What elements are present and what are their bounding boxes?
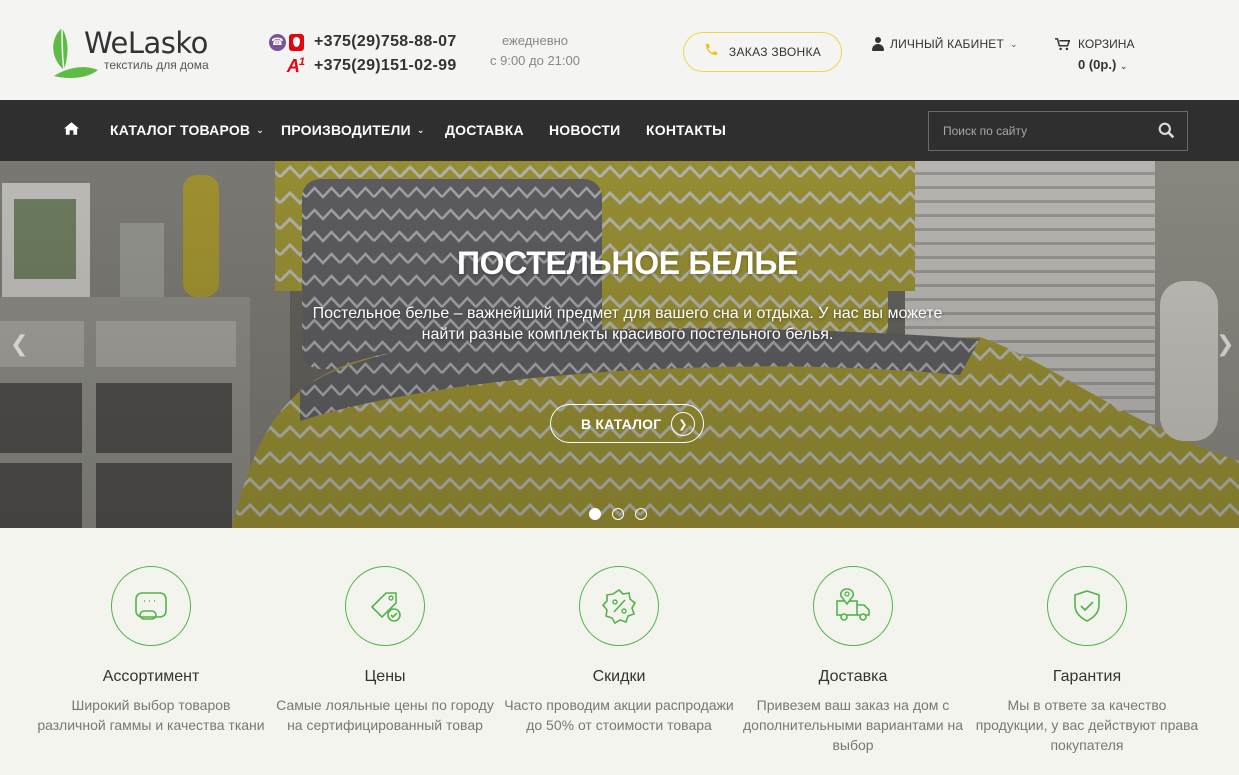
- slider-pagination: [589, 508, 647, 520]
- chevron-down-icon: ⌄: [256, 124, 264, 135]
- site-logo[interactable]: WeLasko текстиль для дома: [48, 24, 228, 80]
- cart-total: 0 (0р.): [1078, 57, 1117, 72]
- slider-next-icon[interactable]: ❯: [1216, 331, 1234, 357]
- chevron-down-icon: ⌄: [416, 124, 425, 135]
- fabric-roll-icon: [135, 592, 167, 620]
- feature-delivery: Доставка Привезем ваш заказ на дом с доп…: [738, 566, 968, 755]
- viber-icon: ☎: [269, 33, 286, 51]
- feature-title: Ассортимент: [102, 668, 200, 685]
- chevron-down-icon: ⌄: [1010, 38, 1018, 49]
- feature-discounts: Скидки Часто проводим акции распродажи д…: [504, 566, 734, 735]
- mts-icon: [289, 33, 304, 51]
- logo-tagline: текстиль для дома: [104, 58, 209, 72]
- slide-description: Постельное белье – важнейший предмет для…: [312, 305, 943, 343]
- nav-item-news[interactable]: НОВОСТИ: [549, 122, 620, 138]
- slider-dot-1[interactable]: [589, 508, 601, 520]
- catalog-button[interactable]: В КАТАЛОГ ❯: [550, 404, 704, 443]
- feature-text: Самые лояльные цены по городу на сертифи…: [276, 697, 494, 733]
- working-hours: ежедневно с 9:00 до 21:00: [490, 33, 580, 68]
- phone-icon: [704, 42, 719, 62]
- feature-title: Скидки: [592, 668, 646, 685]
- feature-text: Широкий выбор товаров различной гаммы и …: [37, 697, 265, 733]
- phone-block: ☎ +375(29)758-88-07 A1 +375(29)151-02-99: [262, 30, 457, 78]
- slider-prev-icon[interactable]: ❮: [10, 331, 28, 357]
- cart-label: КОРЗИНА: [1078, 37, 1135, 51]
- cart-widget[interactable]: КОРЗИНА 0 (0р.) ⌄: [1055, 37, 1134, 72]
- feature-title: Доставка: [818, 668, 888, 685]
- logo-name: WeLasko: [84, 26, 208, 60]
- nav-item-contacts[interactable]: КОНТАКТЫ: [646, 122, 726, 138]
- nav-item-delivery[interactable]: ДОСТАВКА: [445, 122, 524, 138]
- hero-slider: ❮ ❯ ПОСТЕЛЬНОЕ БЕЛЬЕ Постельное белье – …: [0, 161, 1239, 528]
- search-input[interactable]: [929, 112, 1149, 150]
- search-icon[interactable]: [1158, 122, 1175, 144]
- account-label: ЛИЧНЫЙ КАБИНЕТ: [890, 37, 1005, 51]
- price-tag-icon: [370, 592, 401, 622]
- main-navigation: КАТАЛОГ ТОВАРОВ ⌄ ПРОИЗВОДИТЕЛИ ⌄ ДОСТАВ…: [0, 100, 1239, 161]
- a1-operator-icon: A1: [286, 55, 305, 76]
- feature-text: Привезем ваш заказ на дом с дополнительн…: [743, 697, 963, 753]
- callback-button[interactable]: ЗАКАЗ ЗВОНКА: [683, 32, 842, 72]
- phone-number-2[interactable]: +375(29)151-02-99: [314, 57, 457, 75]
- user-icon: [872, 37, 884, 51]
- account-menu[interactable]: ЛИЧНЫЙ КАБИНЕТ ⌄: [872, 37, 1018, 51]
- feature-text: Мы в ответе за качество продукции, у вас…: [975, 697, 1199, 753]
- feature-assortment: Ассортимент Широкий выбор товаров различ…: [36, 566, 266, 735]
- slide-title: ПОСТЕЛЬНОЕ БЕЛЬЕ: [456, 245, 799, 281]
- cart-icon: [1055, 37, 1070, 50]
- chevron-down-icon: ⌄: [1119, 61, 1128, 71]
- feature-prices: Цены Самые лояльные цены по городу на се…: [270, 566, 500, 735]
- slider-dot-2[interactable]: [612, 508, 624, 520]
- feature-title: Гарантия: [1052, 668, 1122, 685]
- site-search: [928, 111, 1188, 151]
- slider-dot-3[interactable]: [635, 508, 647, 520]
- callback-label: ЗАКАЗ ЗВОНКА: [728, 45, 822, 59]
- home-icon[interactable]: [64, 122, 79, 140]
- feature-title: Цены: [364, 668, 406, 685]
- discount-badge-icon: [601, 588, 637, 625]
- feature-text: Часто проводим акции распродажи до 50% о…: [504, 697, 734, 733]
- delivery-truck-icon: [836, 588, 870, 621]
- shield-check-icon: [1074, 590, 1100, 622]
- nav-item-manufacturers[interactable]: ПРОИЗВОДИТЕЛИ ⌄: [281, 122, 425, 138]
- arrow-right-icon: ❯: [671, 412, 695, 436]
- phone-number-1[interactable]: +375(29)758-88-07: [314, 33, 457, 51]
- nav-item-catalog[interactable]: КАТАЛОГ ТОВАРОВ ⌄: [110, 122, 264, 138]
- site-header: WeLasko текстиль для дома ☎ +375(29)758-…: [0, 0, 1239, 100]
- feature-guarantee: Гарантия Мы в ответе за качество продукц…: [972, 566, 1202, 755]
